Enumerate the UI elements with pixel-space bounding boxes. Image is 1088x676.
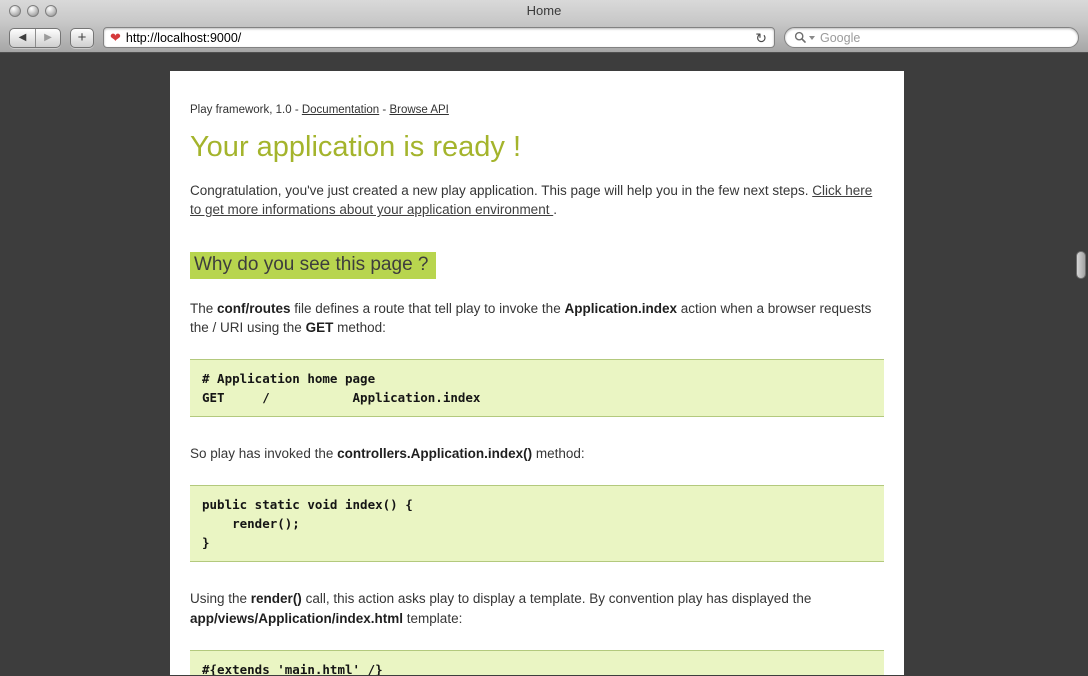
titlebar: Home: [0, 0, 1088, 22]
address-bar[interactable]: ❤ ↻: [103, 27, 775, 48]
emphasis-get: GET: [306, 320, 334, 335]
window-title: Home: [0, 0, 1088, 22]
invoked-paragraph: So play has invoked the controllers.Appl…: [190, 444, 884, 463]
text-segment: The: [190, 301, 217, 316]
search-icon: [794, 31, 815, 44]
emphasis-application-index: Application.index: [564, 301, 677, 316]
emphasis-controller-method: controllers.Application.index(): [337, 446, 532, 461]
meta-separator: -: [379, 104, 389, 116]
minimize-button[interactable]: [27, 5, 39, 17]
emphasis-template-path: app/views/Application/index.html: [190, 611, 403, 626]
text-segment: method:: [532, 446, 585, 461]
url-input[interactable]: [126, 31, 749, 45]
intro-paragraph: Congratulation, you've just created a ne…: [190, 181, 884, 220]
reload-icon: ↻: [755, 30, 767, 46]
search-input[interactable]: [820, 31, 1069, 45]
section-heading: Why do you see this page ?: [190, 249, 884, 279]
code-block-routes: # Application home page GET / Applicatio…: [190, 359, 884, 417]
intro-after: .: [553, 202, 557, 217]
page-title: Your application is ready !: [190, 131, 884, 164]
search-field[interactable]: [784, 27, 1079, 48]
browser-window: Home ◀ ▶ + ❤ ↻ Play fram: [0, 0, 1088, 676]
text-segment: template:: [403, 611, 462, 626]
intro-text: Congratulation, you've just created a ne…: [190, 183, 812, 198]
text-segment: file defines a route that tell play to i…: [291, 301, 565, 316]
text-segment: call, this action asks play to display a…: [302, 591, 812, 606]
documentation-link[interactable]: Documentation: [302, 104, 379, 116]
text-segment: Using the: [190, 591, 251, 606]
browser-chrome: Home ◀ ▶ + ❤ ↻: [0, 0, 1088, 53]
traffic-lights: [9, 5, 57, 17]
text-segment: So play has invoked the: [190, 446, 337, 461]
browser-viewport: Play framework, 1.0 - Documentation - Br…: [0, 53, 1088, 675]
emphasis-render: render(): [251, 591, 302, 606]
forward-arrow-icon: ▶: [44, 33, 52, 43]
zoom-button[interactable]: [45, 5, 57, 17]
web-page: Play framework, 1.0 - Documentation - Br…: [170, 71, 904, 675]
text-segment: method:: [333, 320, 386, 335]
toolbar: ◀ ▶ + ❤ ↻: [0, 22, 1088, 53]
routes-paragraph: The conf/routes file defines a route tha…: [190, 299, 884, 338]
new-tab-button[interactable]: +: [70, 28, 94, 48]
reload-button[interactable]: ↻: [754, 31, 768, 45]
code-block-action: public static void index() { render(); }: [190, 485, 884, 562]
favicon-heart-icon: ❤: [110, 31, 121, 44]
search-options-caret-icon[interactable]: [809, 36, 815, 40]
forward-button[interactable]: ▶: [35, 29, 60, 47]
meta-prefix: Play framework, 1.0 -: [190, 104, 302, 116]
section-heading-highlight: Why do you see this page ?: [190, 252, 436, 279]
browse-api-link[interactable]: Browse API: [389, 104, 448, 116]
back-button[interactable]: ◀: [10, 29, 35, 47]
back-arrow-icon: ◀: [19, 33, 27, 43]
vertical-scrollbar-thumb[interactable]: [1076, 251, 1086, 279]
close-button[interactable]: [9, 5, 21, 17]
history-nav: ◀ ▶: [9, 28, 61, 48]
template-paragraph: Using the render() call, this action ask…: [190, 589, 884, 628]
framework-meta-line: Play framework, 1.0 - Documentation - Br…: [190, 104, 884, 116]
emphasis-conf-routes: conf/routes: [217, 301, 291, 316]
code-block-template: #{extends 'main.html' /} #{set title:'Ho…: [190, 650, 884, 675]
